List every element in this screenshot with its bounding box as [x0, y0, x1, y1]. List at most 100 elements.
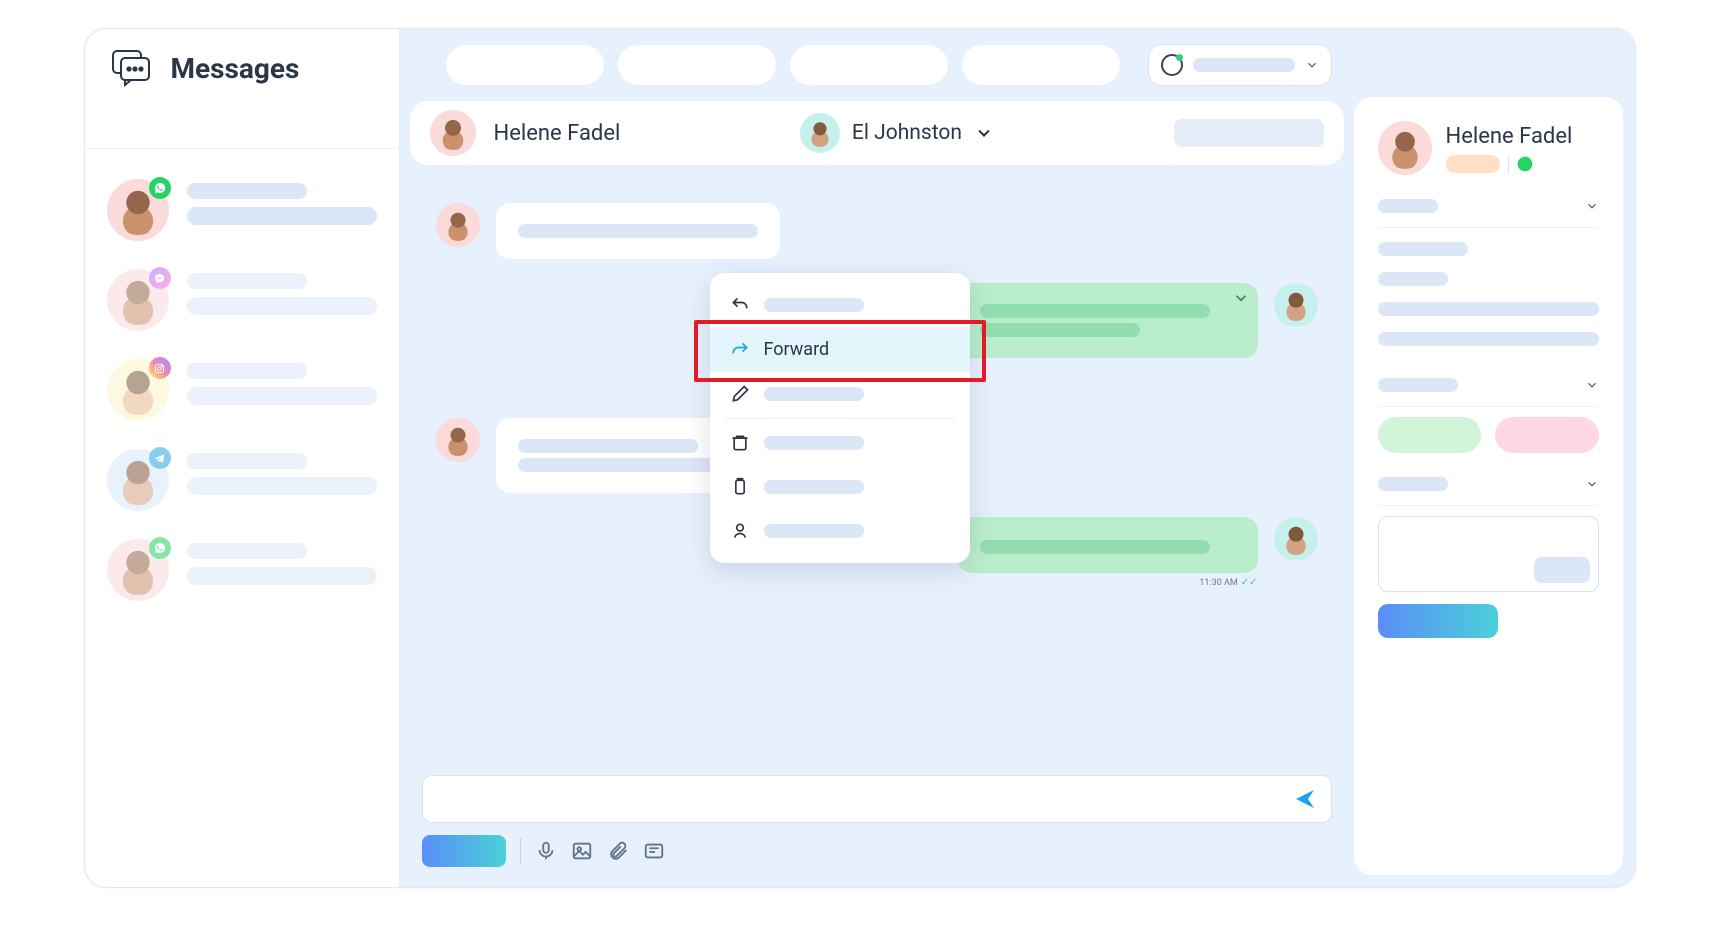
- panel-row[interactable]: [1378, 191, 1599, 221]
- conversation-item[interactable]: [97, 525, 387, 615]
- sidebar-tabs: [85, 109, 399, 149]
- close-button[interactable]: [1495, 417, 1599, 453]
- message-timestamp: 11:30 AM✓✓: [1199, 577, 1257, 588]
- menu-label-placeholder: [764, 298, 864, 312]
- panel-row[interactable]: [1378, 469, 1599, 499]
- conversation-item[interactable]: [97, 165, 387, 255]
- composer-toolbar: [422, 835, 1332, 867]
- panel-section: [1378, 191, 1599, 354]
- conversation-preview: [187, 359, 377, 405]
- composer-primary-button[interactable]: [422, 835, 506, 867]
- chevron-down-icon: [1585, 199, 1599, 213]
- panel-buttons: [1378, 417, 1599, 453]
- contact-panel-header: Helene Fadel: [1378, 121, 1599, 175]
- panel-row: [1378, 324, 1599, 354]
- conversation-item[interactable]: [97, 255, 387, 345]
- conversation-preview: [187, 269, 377, 315]
- header-action-placeholder[interactable]: [1174, 119, 1324, 147]
- topbar-pill[interactable]: [962, 45, 1120, 85]
- menu-assign[interactable]: [710, 509, 970, 553]
- topbar-pill[interactable]: [618, 45, 776, 85]
- message-avatar: [1274, 283, 1318, 327]
- contact-badges: [1446, 155, 1573, 173]
- divider: [1508, 156, 1509, 172]
- message-avatar: [436, 203, 480, 247]
- conversation-preview: [187, 179, 377, 225]
- conversation-item[interactable]: [97, 435, 387, 525]
- chat-header-right: [1174, 119, 1324, 147]
- sidebar: Messages: [85, 29, 400, 887]
- menu-copy[interactable]: [710, 465, 970, 509]
- notes-save-button[interactable]: [1534, 557, 1590, 583]
- whatsapp-icon: [149, 177, 171, 199]
- avatar: [107, 269, 169, 331]
- message-avatar: [1274, 517, 1318, 561]
- menu-label-placeholder: [764, 480, 864, 494]
- message-left: [436, 203, 1318, 259]
- send-icon[interactable]: [1293, 787, 1317, 811]
- messenger-icon: [149, 267, 171, 289]
- chevron-down-icon: [1585, 378, 1599, 392]
- chevron-down-icon[interactable]: [1232, 289, 1250, 307]
- attachment-icon[interactable]: [607, 840, 629, 862]
- agent-avatar: [800, 113, 840, 153]
- message-bubble[interactable]: [958, 517, 1258, 573]
- conversation-preview: [187, 539, 377, 585]
- menu-forward[interactable]: Forward: [710, 327, 970, 372]
- edit-icon: [730, 384, 750, 404]
- panel-section: [1378, 370, 1599, 453]
- menu-delete[interactable]: [710, 421, 970, 465]
- topbar-pill[interactable]: [446, 45, 604, 85]
- divider: [520, 838, 521, 864]
- message-bubble[interactable]: [496, 203, 780, 259]
- avatar: [107, 359, 169, 421]
- status-dropdown[interactable]: [1148, 44, 1332, 86]
- menu-forward-label: Forward: [764, 339, 830, 360]
- chevron-down-icon: [974, 123, 994, 143]
- contact-panel: Helene Fadel: [1354, 97, 1623, 875]
- clock-icon: [1161, 54, 1183, 76]
- conversation-item[interactable]: [97, 345, 387, 435]
- trash-icon: [730, 433, 750, 453]
- template-icon[interactable]: [643, 840, 665, 862]
- panel-row: [1378, 234, 1599, 264]
- panel-action-button[interactable]: [1378, 604, 1498, 638]
- conversation-list[interactable]: [85, 149, 399, 887]
- chat-header: Helene Fadel El Johnston: [410, 101, 1344, 165]
- contact-avatar[interactable]: [1378, 121, 1432, 175]
- image-icon[interactable]: [571, 840, 593, 862]
- message-avatar: [436, 418, 480, 462]
- assignee-switcher[interactable]: El Johnston: [638, 113, 1155, 153]
- panel-row: [1378, 294, 1599, 324]
- clipboard-icon: [730, 477, 750, 497]
- menu-separator: [724, 418, 956, 419]
- panel-row[interactable]: [1378, 370, 1599, 400]
- mic-icon[interactable]: [535, 840, 557, 862]
- page-title: Messages: [171, 52, 300, 85]
- contact-name: Helene Fadel: [494, 121, 621, 146]
- agent-name: El Johnston: [852, 121, 962, 145]
- messages-icon: [111, 49, 153, 87]
- topbar-pill[interactable]: [790, 45, 948, 85]
- panel-row: [1378, 264, 1599, 294]
- chat-body: 11:30 AM✓✓ Forward: [400, 173, 1354, 763]
- composer-area: [400, 763, 1354, 887]
- app-root: Messages: [84, 28, 1636, 888]
- instagram-icon: [149, 357, 171, 379]
- whatsapp-icon: [149, 537, 171, 559]
- user-pin-icon: [730, 521, 750, 541]
- resolve-button[interactable]: [1378, 417, 1482, 453]
- message-input[interactable]: [422, 775, 1332, 823]
- message-bubble[interactable]: [958, 283, 1258, 358]
- menu-reply[interactable]: [710, 283, 970, 327]
- sidebar-header: Messages: [85, 29, 399, 109]
- read-receipt-icon: ✓✓: [1241, 577, 1258, 588]
- notes-textarea[interactable]: [1378, 516, 1599, 592]
- panel-section: [1378, 469, 1599, 638]
- menu-edit[interactable]: [710, 372, 970, 416]
- status-badge: [1446, 155, 1500, 173]
- contact-avatar[interactable]: [430, 110, 476, 156]
- chevron-down-icon: [1585, 477, 1599, 491]
- chevron-down-icon: [1305, 58, 1319, 72]
- topbar: [400, 29, 1354, 101]
